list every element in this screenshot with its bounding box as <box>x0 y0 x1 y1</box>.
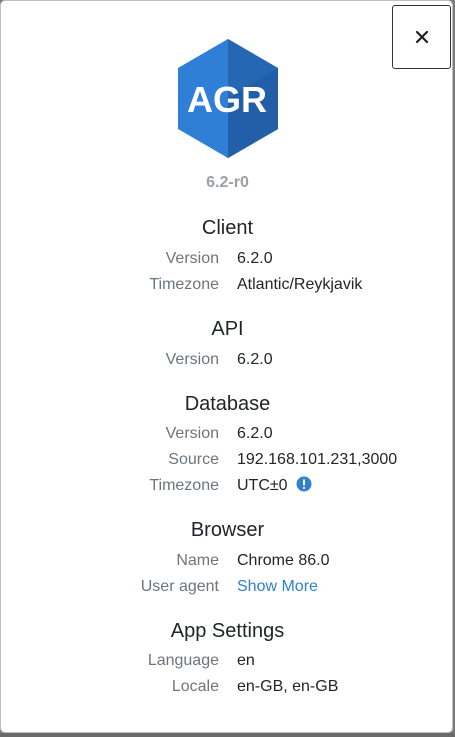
database-timezone-row: Timezone UTC±0 <box>1 475 452 497</box>
row-label: Name <box>176 552 219 569</box>
row-value: Chrome 86.0 <box>237 552 330 569</box>
database-version-row: Version 6.2.0 <box>1 423 452 445</box>
section-title-browser: Browser <box>190 519 265 541</box>
row-label: Source <box>168 451 219 468</box>
section-title-client: Client <box>201 217 254 239</box>
api-version-row: Version 6.2.0 <box>1 349 452 371</box>
section-title-api: API <box>211 318 244 340</box>
close-button[interactable] <box>392 5 451 69</box>
row-label: Locale <box>171 678 219 695</box>
row-value: en <box>237 652 255 669</box>
row-label: Timezone <box>149 477 219 494</box>
section-title-database: Database <box>184 393 271 415</box>
row-label: Version <box>165 250 219 267</box>
info-icon[interactable] <box>296 476 312 492</box>
row-value: 6.2.0 <box>237 425 273 442</box>
section-title-app-settings: App Settings <box>170 620 285 642</box>
version-tag: 6.2-r0 <box>206 174 249 191</box>
show-more-link[interactable]: Show More <box>237 576 318 598</box>
about-dialog: AGR 6.2-r0 Client Version 6.2.0 Timezone… <box>0 0 453 733</box>
client-version-row: Version 6.2.0 <box>1 248 452 270</box>
browser-name-row: Name Chrome 86.0 <box>1 550 452 572</box>
row-value: 6.2.0 <box>237 250 273 267</box>
row-value: 192.168.101.231,3000 <box>237 451 398 468</box>
row-label: Version <box>165 425 219 442</box>
app-locale-row: Locale en-GB, en-GB <box>1 676 452 698</box>
row-label: Version <box>165 351 219 368</box>
app-language-row: Language en <box>1 650 452 672</box>
close-icon <box>415 30 428 44</box>
logo-text: AGR <box>187 79 267 120</box>
agr-logo: AGR <box>178 39 278 158</box>
row-value: Atlantic/Reykjavik <box>237 276 363 293</box>
timezone-value: UTC±0 <box>237 477 288 494</box>
database-source-row: Source 192.168.101.231,3000 <box>1 449 452 471</box>
row-label: User agent <box>140 578 219 595</box>
page-backdrop-edge <box>0 733 455 737</box>
browser-user-agent-row: User agent Show More <box>1 576 452 598</box>
row-label: Timezone <box>149 276 219 293</box>
row-label: Language <box>147 652 219 669</box>
row-value: en-GB, en-GB <box>237 678 339 695</box>
row-value: UTC±0 <box>237 475 312 497</box>
row-value: 6.2.0 <box>237 351 273 368</box>
client-timezone-row: Timezone Atlantic/Reykjavik <box>1 274 452 296</box>
